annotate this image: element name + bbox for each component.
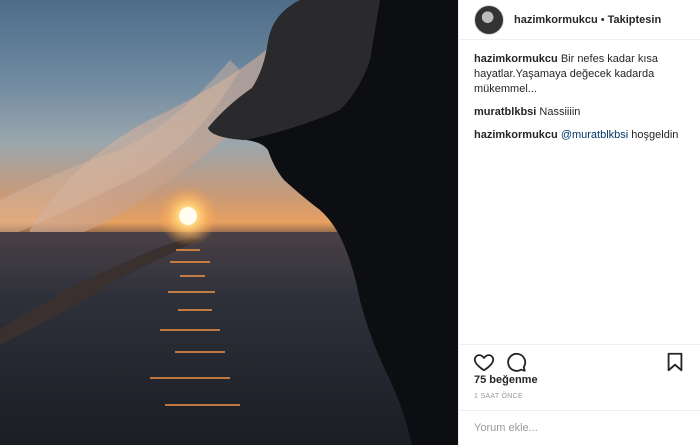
add-comment-bar xyxy=(459,410,700,445)
comment-text: Nassiiiin xyxy=(539,106,581,118)
action-bar xyxy=(459,344,700,374)
comment-mention[interactable]: @muratblkbsi xyxy=(561,129,628,141)
comment-username[interactable]: hazimkormukcu xyxy=(474,53,558,65)
likes-count[interactable]: 75 beğenme xyxy=(474,374,538,386)
comment-input[interactable] xyxy=(474,422,685,434)
header-username[interactable]: hazimkormukcu xyxy=(514,14,598,26)
comment-bubble-icon[interactable] xyxy=(505,351,527,373)
heart-icon[interactable] xyxy=(473,351,495,373)
comment-username[interactable]: hazimkormukcu xyxy=(474,129,558,141)
sunset-scene xyxy=(0,0,458,445)
comment-item: muratblkbsi Nassiiiin xyxy=(474,105,684,120)
post-photo[interactable] xyxy=(0,0,458,445)
comment-item: hazimkormukcu @muratblkbsi hoşgeldin xyxy=(474,128,684,143)
header-separator: • xyxy=(600,13,605,26)
comment-username[interactable]: muratblkbsi xyxy=(474,106,536,118)
avatar[interactable] xyxy=(474,4,504,35)
header-text: hazimkormukcu • Takiptesin xyxy=(514,14,661,26)
comment-text: hoşgeldin xyxy=(631,129,679,141)
post-timestamp: 1 SAAT ÖNCE xyxy=(474,393,523,400)
post-side-panel: hazimkormukcu • Takiptesin hazimkormukcu B… xyxy=(458,0,700,445)
comment-caption: hazimkormukcu Bir nefes kadar kısa hayat… xyxy=(474,52,684,97)
post-header: hazimkormukcu • Takiptesin xyxy=(459,0,700,40)
follow-status-button[interactable]: Takiptesin xyxy=(608,14,662,26)
comments-list: hazimkormukcu Bir nefes kadar kısa hayat… xyxy=(459,40,700,143)
bookmark-icon[interactable] xyxy=(664,351,686,373)
